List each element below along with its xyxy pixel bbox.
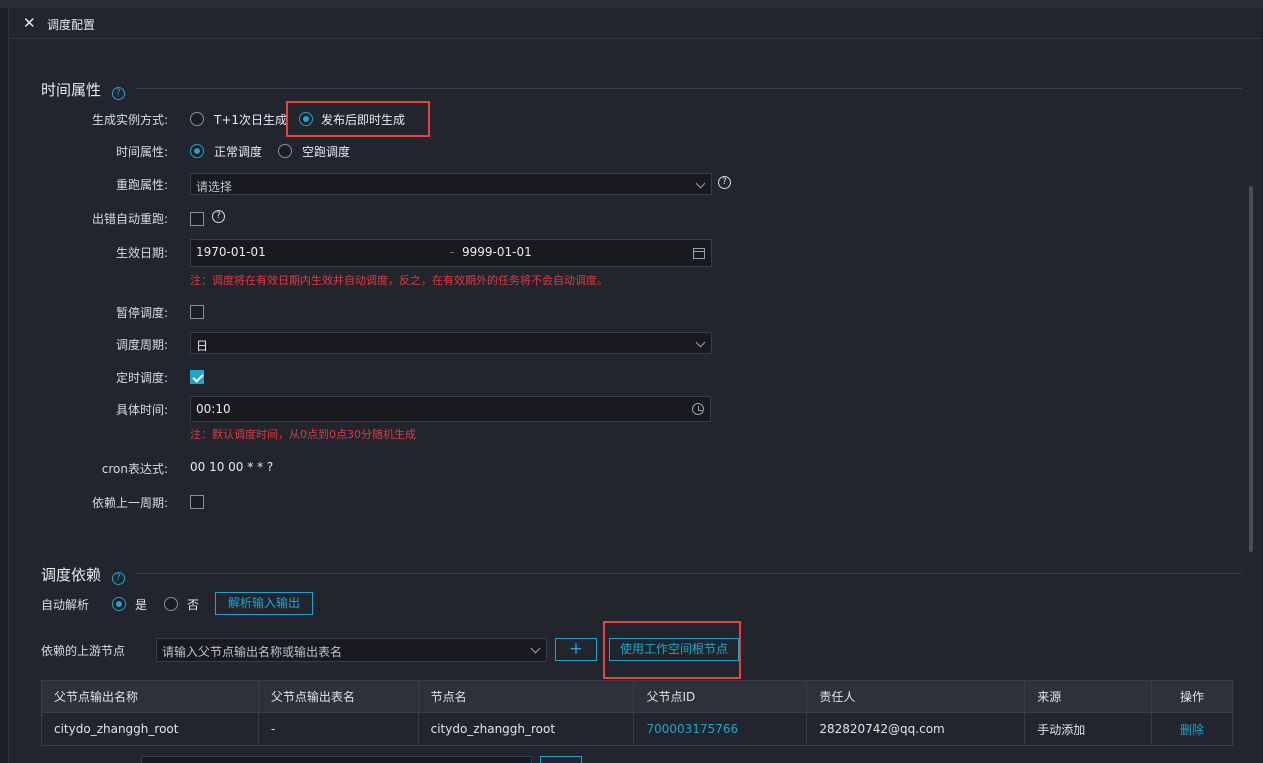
cron-label: cron表达式: xyxy=(101,462,168,476)
instance-mode-label: 生成实例方式: xyxy=(91,113,168,127)
col-header: 责任人 xyxy=(806,680,1026,713)
radio-dry-run-label: 空跑调度 xyxy=(302,145,351,159)
chevron-down-icon xyxy=(695,337,706,348)
radio-auto-yes-label: 是 xyxy=(135,598,148,612)
dep-section-title-text: 调度依赖 xyxy=(41,566,102,584)
add-upstream-button[interactable]: + xyxy=(555,638,597,661)
next-input-partial[interactable] xyxy=(141,756,532,763)
dep-section-title: 调度依赖 ? xyxy=(41,564,125,585)
cell-node-name: citydo_zhanggh_root xyxy=(417,712,635,746)
pause-checkbox[interactable] xyxy=(190,305,204,319)
radio-t1[interactable] xyxy=(190,112,204,126)
cycle-select[interactable]: 日 xyxy=(190,332,712,354)
help-icon[interactable]: ? xyxy=(111,87,125,100)
specific-time-label: 具体时间: xyxy=(115,403,168,417)
delete-link[interactable]: 删除 xyxy=(1151,712,1233,746)
radio-t1-label: T+1次日生成 xyxy=(214,113,288,127)
help-icon[interactable]: ? xyxy=(111,572,125,585)
radio-dry-run[interactable] xyxy=(278,144,292,158)
pause-label: 暂停调度: xyxy=(115,306,168,320)
section-divider xyxy=(136,573,1242,574)
time-section-title-text: 时间属性 xyxy=(41,81,102,99)
cell-output-table: - xyxy=(257,712,419,746)
next-button-partial[interactable] xyxy=(540,756,582,763)
col-header: 来源 xyxy=(1024,680,1153,713)
upstream-select[interactable]: 请输入父节点输出名称或输出表名 xyxy=(156,638,547,662)
radio-auto-yes[interactable] xyxy=(112,597,126,611)
effective-date-range[interactable]: 1970-01-01 - 9999-01-01 xyxy=(190,239,712,267)
radio-normal-label: 正常调度 xyxy=(214,145,263,159)
time-picker[interactable]: 00:10 xyxy=(190,396,711,422)
cell-source: 手动添加 xyxy=(1024,712,1153,746)
radio-auto-no[interactable] xyxy=(164,597,178,611)
panel-title: 调度配置 xyxy=(47,18,96,32)
col-header: 父节点输出表名 xyxy=(257,680,419,713)
depend-prev-checkbox[interactable] xyxy=(190,495,204,509)
col-header: 父节点ID xyxy=(633,680,808,713)
chevron-down-icon xyxy=(530,643,541,654)
effective-date-note: 注：调度将在有效日期内生效并自动调度，反之，在有效期外的任务将不会自动调度。 xyxy=(190,274,608,287)
parse-io-button[interactable]: 解析输入输出 xyxy=(215,592,313,615)
time-value: 00:10 xyxy=(196,402,231,416)
radio-normal[interactable] xyxy=(190,144,204,158)
auto-rerun-checkbox[interactable] xyxy=(190,212,204,226)
highlight-box-root xyxy=(603,621,741,679)
date-end[interactable]: 9999-01-01 xyxy=(462,245,532,259)
cycle-label: 调度周期: xyxy=(115,338,168,352)
cell-node-id-link[interactable]: 700003175766 xyxy=(633,712,808,746)
date-start[interactable]: 1970-01-01 xyxy=(196,245,266,259)
help-icon[interactable]: ? xyxy=(718,176,731,189)
cell-owner: 282820742@qq.com xyxy=(806,712,1026,746)
time-attr-label: 时间属性: xyxy=(115,145,168,159)
chevron-down-icon xyxy=(695,178,706,189)
radio-auto-no-label: 否 xyxy=(187,598,200,612)
clock-icon[interactable] xyxy=(692,403,704,415)
table-row: citydo_zhanggh_root - citydo_zhanggh_roo… xyxy=(41,712,1233,746)
panel-titlebar: ✕ 调度配置 xyxy=(9,8,1261,39)
col-header: 父节点输出名称 xyxy=(41,680,259,713)
section-divider xyxy=(136,88,1242,89)
col-header: 节点名 xyxy=(417,680,635,713)
rerun-label: 重跑属性: xyxy=(115,178,168,192)
help-icon[interactable]: ? xyxy=(212,210,225,223)
table-header-row: 父节点输出名称 父节点输出表名 节点名 父节点ID 责任人 来源 操作 xyxy=(41,680,1233,713)
cell-output-name: citydo_zhanggh_root xyxy=(41,712,259,746)
depend-prev-label: 依赖上一周期: xyxy=(91,496,168,510)
upstream-label: 依赖的上游节点 xyxy=(41,644,126,658)
cron-value: 00 10 00 * * ? xyxy=(190,460,274,474)
close-icon[interactable]: ✕ xyxy=(23,14,36,32)
cycle-value: 日 xyxy=(196,339,209,353)
vertical-scrollbar[interactable] xyxy=(1249,186,1253,552)
upstream-placeholder: 请输入父节点输出名称或输出表名 xyxy=(162,645,343,659)
calendar-icon[interactable] xyxy=(693,248,705,259)
time-section-title: 时间属性 ? xyxy=(41,79,125,100)
auto-rerun-label: 出错自动重跑: xyxy=(91,212,168,226)
effective-date-label: 生效日期: xyxy=(115,246,168,260)
col-header: 操作 xyxy=(1151,680,1233,713)
timed-label: 定时调度: xyxy=(115,371,168,385)
upstream-table: 父节点输出名称 父节点输出表名 节点名 父节点ID 责任人 来源 操作 city… xyxy=(41,680,1233,746)
rerun-select[interactable]: 请选择 xyxy=(190,173,712,195)
top-strip xyxy=(0,0,1263,8)
highlight-box-immediate xyxy=(286,101,430,137)
auto-parse-label: 自动解析 xyxy=(41,598,90,612)
timed-checkbox[interactable] xyxy=(190,370,204,384)
date-separator: - xyxy=(450,245,455,259)
time-note: 注：默认调度时间，从0点到0点30分随机生成 xyxy=(190,428,416,441)
rerun-placeholder: 请选择 xyxy=(196,180,233,194)
